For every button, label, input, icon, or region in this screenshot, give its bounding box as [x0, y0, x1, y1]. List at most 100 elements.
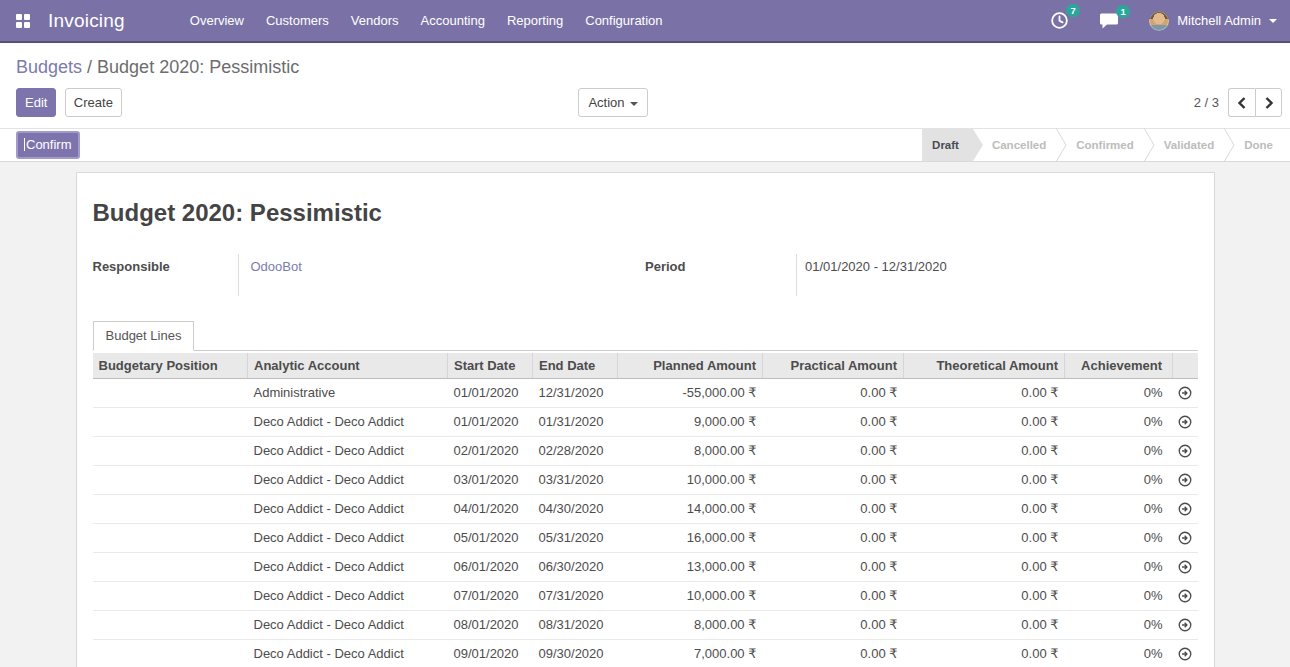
status-step-draft[interactable]: Draft — [922, 129, 983, 161]
cell-planned-amount: 8,000.00 ₹ — [618, 611, 763, 640]
cell-budgetary-position — [93, 466, 248, 495]
tab-budget-lines[interactable]: Budget Lines — [93, 321, 195, 351]
menu-overview[interactable]: Overview — [179, 0, 255, 41]
arrow-circle-right-icon[interactable] — [1178, 618, 1192, 632]
budget-line-row[interactable]: Deco Addict - Deco Addict05/01/202005/31… — [93, 524, 1198, 553]
cell-end-date: 12/31/2020 — [533, 379, 618, 408]
arrow-circle-right-icon[interactable] — [1178, 444, 1192, 458]
budget-line-row[interactable]: Deco Addict - Deco Addict08/01/202008/31… — [93, 611, 1198, 640]
open-record-cell[interactable] — [1173, 611, 1198, 640]
open-record-cell[interactable] — [1173, 640, 1198, 667]
status-step-confirmed[interactable]: Confirmed — [1067, 129, 1143, 161]
open-record-cell[interactable] — [1173, 379, 1198, 408]
pager-previous-button[interactable] — [1228, 88, 1255, 117]
menu-reporting[interactable]: Reporting — [496, 0, 574, 41]
pager-next-button[interactable] — [1255, 88, 1282, 117]
create-button[interactable]: Create — [65, 88, 122, 117]
cell-planned-amount: 9,000.00 ₹ — [618, 408, 763, 437]
menu-customers[interactable]: Customers — [255, 0, 340, 41]
open-record-cell[interactable] — [1173, 495, 1198, 524]
cell-budgetary-position — [93, 640, 248, 667]
systray: 7 1 Mitchell Admin — [1050, 11, 1290, 31]
arrow-circle-right-icon[interactable] — [1178, 386, 1192, 400]
cell-achievement: 0% — [1065, 611, 1173, 640]
budget-line-row[interactable]: Administrative01/01/202012/31/2020-55,00… — [93, 379, 1198, 408]
message-count-badge: 1 — [1116, 5, 1130, 18]
breadcrumb: Budgets / Budget 2020: Pessimistic — [0, 43, 1290, 82]
step-separator — [1055, 129, 1067, 161]
budget-line-row[interactable]: Deco Addict - Deco Addict03/01/202003/31… — [93, 466, 1198, 495]
edit-button[interactable]: Edit — [16, 88, 56, 117]
budget-line-row[interactable]: Deco Addict - Deco Addict06/01/202006/30… — [93, 553, 1198, 582]
user-menu[interactable]: Mitchell Admin — [1149, 11, 1277, 31]
cell-end-date: 07/31/2020 — [533, 582, 618, 611]
column-header-theoretical-amount[interactable]: Theoretical Amount — [904, 353, 1065, 379]
cell-achievement: 0% — [1065, 582, 1173, 611]
menu-vendors[interactable]: Vendors — [340, 0, 410, 41]
cell-start-date: 03/01/2020 — [448, 466, 533, 495]
column-header-practical-amount[interactable]: Practical Amount — [763, 353, 904, 379]
status-step-done[interactable]: Done — [1235, 129, 1282, 161]
cell-theoretical-amount: 0.00 ₹ — [904, 553, 1065, 582]
user-avatar — [1149, 11, 1169, 31]
cell-analytic-account: Deco Addict - Deco Addict — [248, 640, 448, 667]
budget-line-row[interactable]: Deco Addict - Deco Addict09/01/202009/30… — [93, 640, 1198, 667]
arrow-circle-right-icon[interactable] — [1178, 589, 1192, 603]
cell-practical-amount: 0.00 ₹ — [763, 524, 904, 553]
open-record-cell[interactable] — [1173, 408, 1198, 437]
status-step-validated[interactable]: Validated — [1155, 129, 1224, 161]
text-cursor — [24, 138, 25, 151]
column-header-planned-amount[interactable]: Planned Amount — [618, 353, 763, 379]
status-pipeline: DraftCancelled Confirmed Validated Done — [922, 129, 1282, 161]
action-menu-button[interactable]: Action — [578, 88, 648, 117]
cell-analytic-account: Deco Addict - Deco Addict — [248, 408, 448, 437]
cell-end-date: 04/30/2020 — [533, 495, 618, 524]
arrow-circle-right-icon[interactable] — [1178, 415, 1192, 429]
arrow-circle-right-icon[interactable] — [1178, 560, 1192, 574]
cell-start-date: 06/01/2020 — [448, 553, 533, 582]
budget-line-row[interactable]: Deco Addict - Deco Addict07/01/202007/31… — [93, 582, 1198, 611]
arrow-circle-right-icon[interactable] — [1178, 531, 1192, 545]
apps-menu-button[interactable] — [0, 0, 46, 41]
menu-configuration[interactable]: Configuration — [574, 0, 673, 41]
notebook: Budget Lines Budgetary PositionAnalytic … — [93, 321, 1198, 667]
budget-line-row[interactable]: Deco Addict - Deco Addict01/01/202001/31… — [93, 408, 1198, 437]
budget-line-row[interactable]: Deco Addict - Deco Addict04/01/202004/30… — [93, 495, 1198, 524]
menu-accounting[interactable]: Accounting — [410, 0, 496, 41]
column-header-start-date[interactable]: Start Date — [448, 353, 533, 379]
messages-button[interactable]: 1 — [1099, 12, 1119, 30]
breadcrumb-separator: / — [82, 57, 97, 77]
cell-budgetary-position — [93, 495, 248, 524]
activities-button[interactable]: 7 — [1050, 11, 1069, 30]
open-record-cell[interactable] — [1173, 466, 1198, 495]
field-period: Period 01/01/2020 - 12/31/2020 — [645, 254, 1198, 296]
column-header-end-date[interactable]: End Date — [533, 353, 618, 379]
open-record-cell[interactable] — [1173, 437, 1198, 466]
confirm-button[interactable]: Confirm — [16, 131, 80, 159]
user-name: Mitchell Admin — [1177, 13, 1261, 28]
cell-practical-amount: 0.00 ₹ — [763, 379, 904, 408]
cell-analytic-account: Deco Addict - Deco Addict — [248, 437, 448, 466]
status-step-cancelled[interactable]: Cancelled — [983, 129, 1055, 161]
app-title[interactable]: Invoicing — [48, 10, 125, 32]
cell-practical-amount: 0.00 ₹ — [763, 437, 904, 466]
column-header-analytic-account[interactable]: Analytic Account — [248, 353, 448, 379]
field-value-responsible[interactable]: OdooBot — [251, 259, 302, 274]
column-header-budgetary-position[interactable]: Budgetary Position — [93, 353, 248, 379]
open-record-cell[interactable] — [1173, 553, 1198, 582]
arrow-circle-right-icon[interactable] — [1178, 647, 1192, 661]
budget-line-row[interactable]: Deco Addict - Deco Addict02/01/202002/28… — [93, 437, 1198, 466]
pager: 2 / 3 — [1194, 88, 1282, 117]
open-record-cell[interactable] — [1173, 582, 1198, 611]
breadcrumb-budgets-link[interactable]: Budgets — [16, 57, 82, 77]
cell-planned-amount: 13,000.00 ₹ — [618, 553, 763, 582]
column-header-achievement[interactable]: Achievement — [1065, 353, 1173, 379]
column-header-actions — [1173, 353, 1198, 379]
record-title: Budget 2020: Pessimistic — [93, 199, 1198, 226]
cell-achievement: 0% — [1065, 437, 1173, 466]
open-record-cell[interactable] — [1173, 524, 1198, 553]
arrow-circle-right-icon[interactable] — [1178, 473, 1192, 487]
field-label-responsible: Responsible — [93, 254, 238, 296]
arrow-circle-right-icon[interactable] — [1178, 502, 1192, 516]
cell-achievement: 0% — [1065, 408, 1173, 437]
